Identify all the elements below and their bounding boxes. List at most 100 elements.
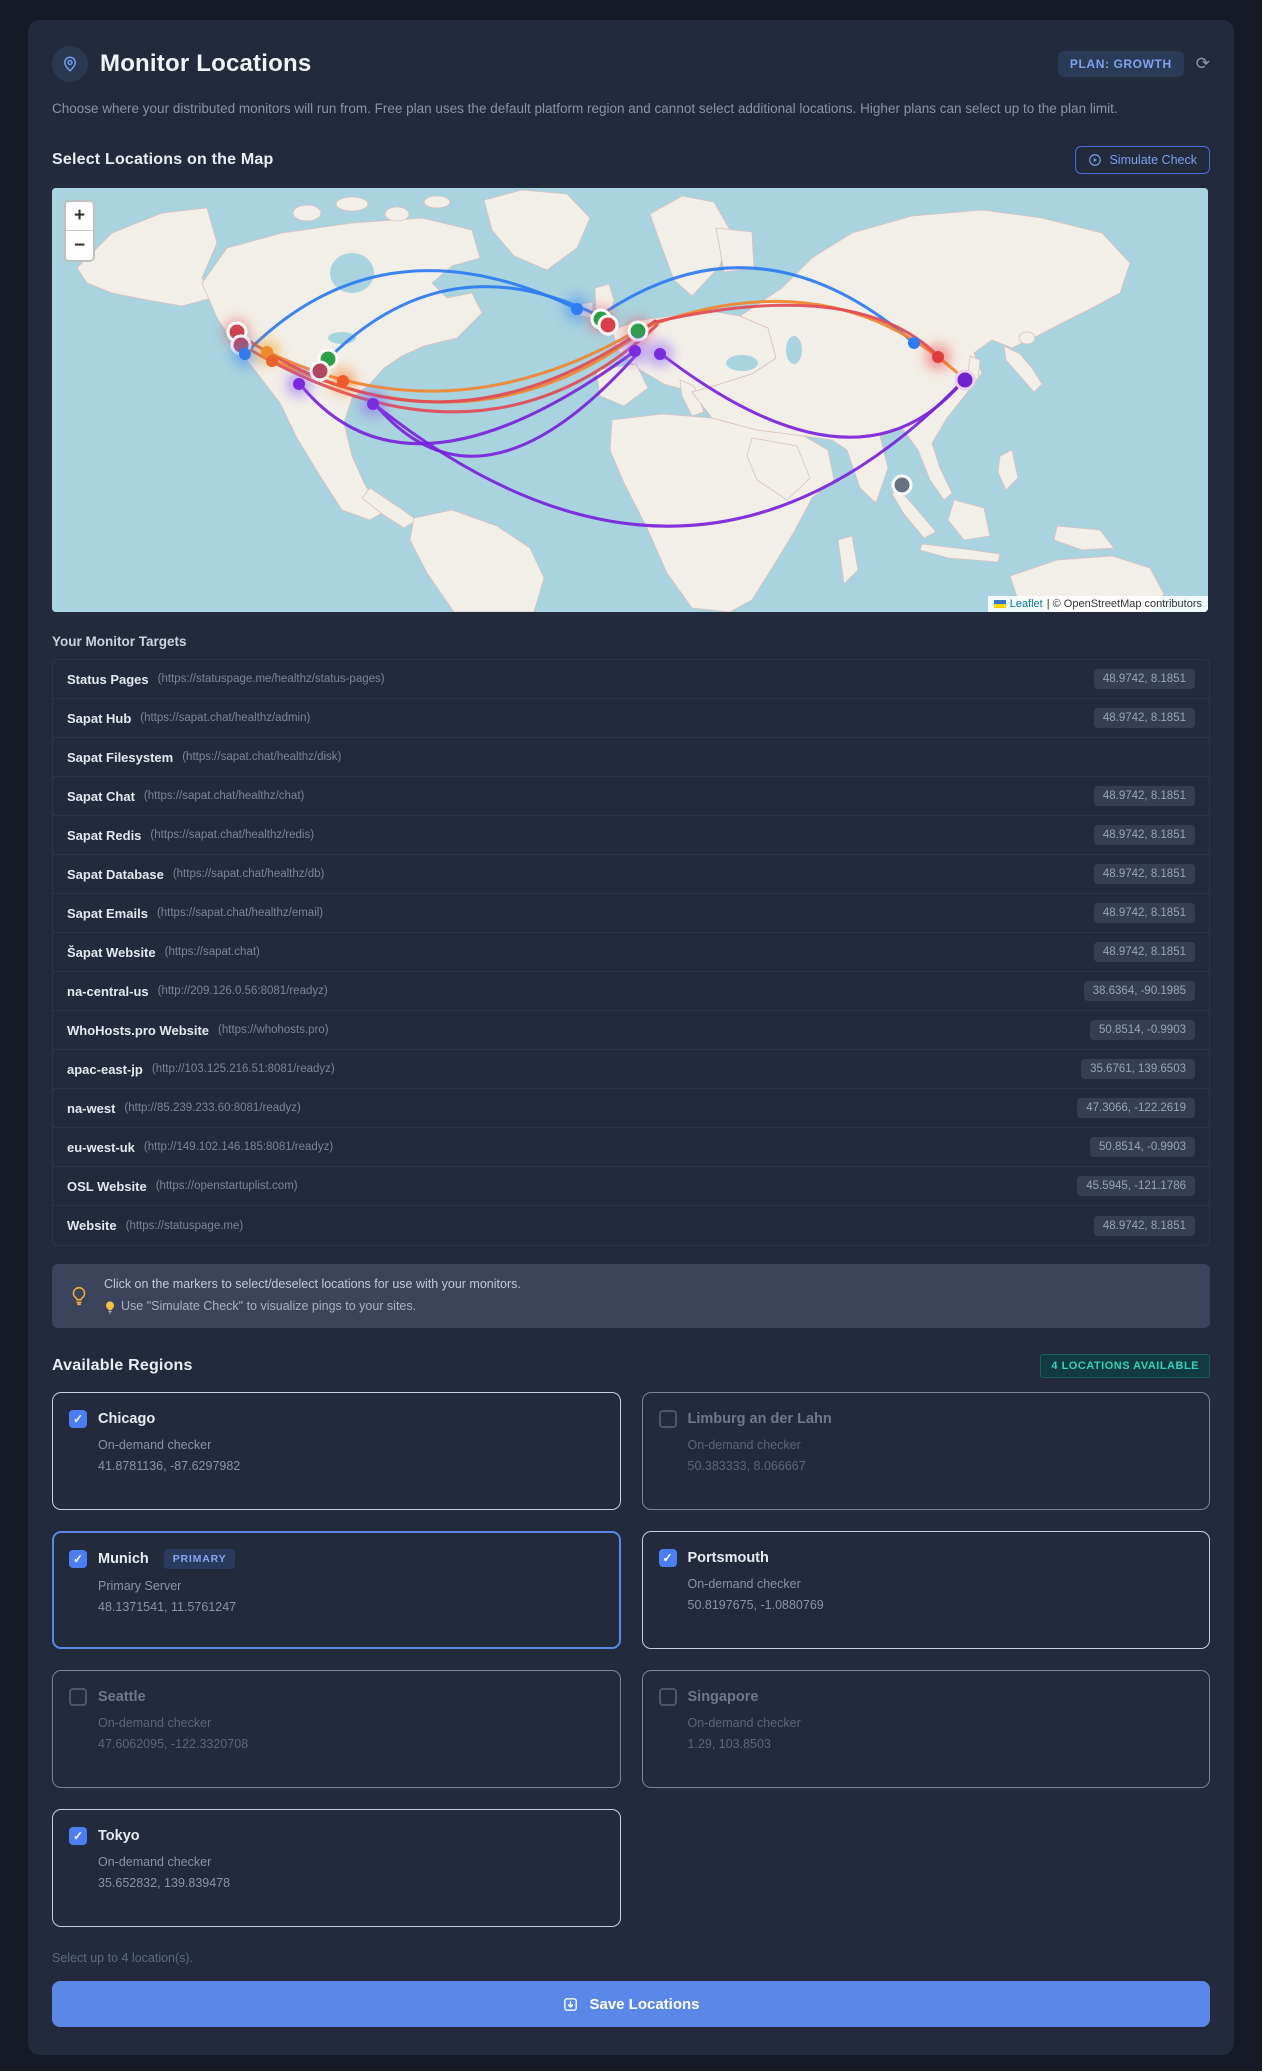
targets-list: Status Pages (https://statuspage.me/heal… [52, 659, 1210, 1247]
region-card[interactable]: ✓ Tokyo On-demand checker 35.652832, 139… [52, 1809, 621, 1928]
targets-heading: Your Monitor Targets [52, 634, 187, 650]
region-name: Portsmouth [687, 1550, 769, 1567]
location-marker[interactable] [367, 398, 379, 411]
target-row[interactable]: Sapat Chat (https://sapat.chat/healthz/c… [53, 777, 1209, 817]
target-url: (https://sapat.chat/healthz/disk) [182, 751, 342, 764]
region-coordinates: 41.8781136, -87.6297982 [98, 1459, 241, 1474]
plan-badge: PLAN: GROWTH [1057, 51, 1184, 77]
region-checker-type: On-demand checker [687, 1438, 801, 1453]
target-row[interactable]: Sapat Hub (https://sapat.chat/healthz/ad… [53, 699, 1209, 739]
region-checker-type: On-demand checker [687, 1577, 801, 1592]
region-card[interactable]: Singapore On-demand checker 1.29, 103.85… [641, 1670, 1210, 1789]
target-url: (https://whohosts.pro) [218, 1024, 329, 1037]
save-icon [564, 1997, 578, 2011]
region-checkbox[interactable] [69, 1688, 87, 1707]
location-marker[interactable] [908, 337, 920, 350]
region-card[interactable]: ✓ Munich PRIMARY Primary Server 48.13715… [52, 1531, 621, 1650]
target-coordinates-badge: 48.9742, 8.1851 [1093, 786, 1195, 807]
simulate-check-button[interactable]: Simulate Check [1075, 146, 1210, 175]
target-coordinates-badge: 48.9742, 8.1851 [1093, 942, 1195, 963]
target-row[interactable]: OSL Website (https://openstartuplist.com… [53, 1167, 1209, 1207]
selection-limit-note: Select up to 4 location(s). [52, 1951, 194, 1966]
header: Monitor Locations PLAN: GROWTH ⟳ [52, 46, 1210, 82]
target-url: (http://103.125.216.51:8081/readyz) [151, 1063, 335, 1076]
target-row[interactable]: Status Pages (https://statuspage.me/heal… [53, 660, 1209, 700]
region-checkbox[interactable]: ✓ [69, 1410, 87, 1429]
region-coordinates: 47.6062095, -122.3320708 [98, 1737, 249, 1752]
target-coordinates-badge: 38.6364, -90.1985 [1083, 981, 1195, 1002]
region-card[interactable]: Seattle On-demand checker 47.6062095, -1… [52, 1670, 621, 1789]
zoom-out-button[interactable]: − [66, 231, 93, 261]
map-attribution: Leaflet | © OpenStreetMap contributors [987, 596, 1208, 613]
target-row[interactable]: Sapat Emails (https://sapat.chat/healthz… [53, 894, 1209, 934]
osm-attribution[interactable]: | © OpenStreetMap contributors [1047, 598, 1202, 610]
target-coordinates-badge: 48.9742, 8.1851 [1093, 708, 1195, 729]
save-locations-label: Save Locations [589, 1995, 700, 2013]
tip-line-2: Use "Simulate Check" to visualize pings … [121, 1299, 417, 1314]
refresh-icon[interactable]: ⟳ [1196, 54, 1210, 74]
target-row[interactable]: Website (https://statuspage.me) 48.9742,… [53, 1206, 1209, 1245]
target-row[interactable]: Šapat Website (https://sapat.chat) 48.97… [53, 933, 1209, 973]
region-checker-type: On-demand checker [98, 1716, 212, 1731]
location-marker[interactable] [600, 317, 616, 333]
leaflet-map[interactable]: + − Leaflet | © OpenStreetMap contributo… [52, 188, 1208, 613]
target-coordinates-badge: 50.8514, -0.9903 [1090, 1020, 1195, 1041]
region-name: Tokyo [98, 1828, 140, 1845]
region-coordinates: 50.8197675, -1.0880769 [687, 1598, 824, 1613]
location-marker[interactable] [266, 355, 278, 368]
location-marker[interactable] [571, 303, 583, 316]
target-row[interactable]: na-west (http://85.239.233.60:8081/ready… [53, 1089, 1209, 1129]
primary-badge: PRIMARY [163, 1549, 236, 1570]
target-row[interactable]: Sapat Filesystem (https://sapat.chat/hea… [53, 738, 1209, 778]
target-row[interactable]: na-central-us (http://209.126.0.56:8081/… [53, 972, 1209, 1012]
target-row[interactable]: WhoHosts.pro Website (https://whohosts.p… [53, 1011, 1209, 1051]
target-url: (https://statuspage.me) [125, 1219, 244, 1232]
region-card[interactable]: Limburg an der Lahn On-demand checker 50… [641, 1392, 1210, 1511]
region-checkbox[interactable]: ✓ [658, 1549, 677, 1568]
location-marker[interactable] [239, 348, 251, 361]
target-row[interactable]: Sapat Database (https://sapat.chat/healt… [53, 855, 1209, 895]
target-row[interactable]: Sapat Redis (https://sapat.chat/healthz/… [53, 816, 1209, 856]
target-name: na-west [67, 1100, 116, 1116]
location-marker[interactable] [629, 345, 641, 358]
location-marker[interactable] [654, 348, 666, 361]
monitor-locations-panel: Monitor Locations PLAN: GROWTH ⟳ Choose … [28, 20, 1234, 2056]
region-checkbox[interactable]: ✓ [69, 1550, 87, 1569]
target-row[interactable]: eu-west-uk (http://149.102.146.185:8081/… [53, 1128, 1209, 1168]
location-marker[interactable] [312, 363, 328, 379]
leaflet-link[interactable]: Leaflet [1010, 598, 1043, 610]
region-card[interactable]: ✓ Chicago On-demand checker 41.8781136, … [52, 1392, 621, 1511]
location-marker[interactable] [337, 375, 349, 388]
target-url: (http://209.126.0.56:8081/readyz) [157, 985, 328, 998]
region-checkbox[interactable] [658, 1688, 677, 1707]
target-name: Sapat Redis [67, 827, 142, 843]
region-checkbox[interactable] [658, 1410, 677, 1429]
region-checkbox[interactable]: ✓ [69, 1827, 87, 1846]
locations-available-badge: 4 LOCATIONS AVAILABLE [1040, 1354, 1210, 1379]
save-locations-button[interactable]: Save Locations [52, 1981, 1210, 2028]
location-pin-icon [52, 46, 88, 82]
location-marker[interactable] [293, 378, 305, 391]
target-url: (https://sapat.chat/healthz/chat) [143, 790, 305, 803]
simulate-check-label: Simulate Check [1109, 153, 1197, 168]
region-coordinates: 50.383333, 8.066667 [687, 1459, 806, 1474]
world-map-svg [52, 188, 1208, 613]
target-coordinates-badge: 48.9742, 8.1851 [1093, 903, 1195, 924]
region-checker-type: Primary Server [98, 1579, 182, 1594]
page-title: Monitor Locations [100, 50, 312, 77]
zoom-in-button[interactable]: + [66, 202, 93, 232]
location-marker[interactable] [932, 351, 944, 364]
bulb-emoji-icon [106, 1301, 114, 1314]
target-row[interactable]: apac-east-jp (http://103.125.216.51:8081… [53, 1050, 1209, 1090]
target-url: (https://sapat.chat/healthz/db) [172, 868, 325, 881]
target-name: Šapat Website [67, 944, 156, 960]
location-marker[interactable] [957, 372, 973, 388]
location-marker[interactable] [894, 477, 910, 493]
target-url: (https://statuspage.me/healthz/status-pa… [157, 673, 385, 686]
region-card[interactable]: ✓ Portsmouth On-demand checker 50.819767… [641, 1531, 1210, 1650]
region-name: Munich [98, 1551, 149, 1568]
target-url: (http://85.239.233.60:8081/readyz) [124, 1102, 301, 1115]
location-marker[interactable] [630, 323, 646, 339]
target-coordinates-badge: 45.5945, -121.1786 [1077, 1176, 1195, 1197]
region-checker-type: On-demand checker [98, 1438, 212, 1453]
